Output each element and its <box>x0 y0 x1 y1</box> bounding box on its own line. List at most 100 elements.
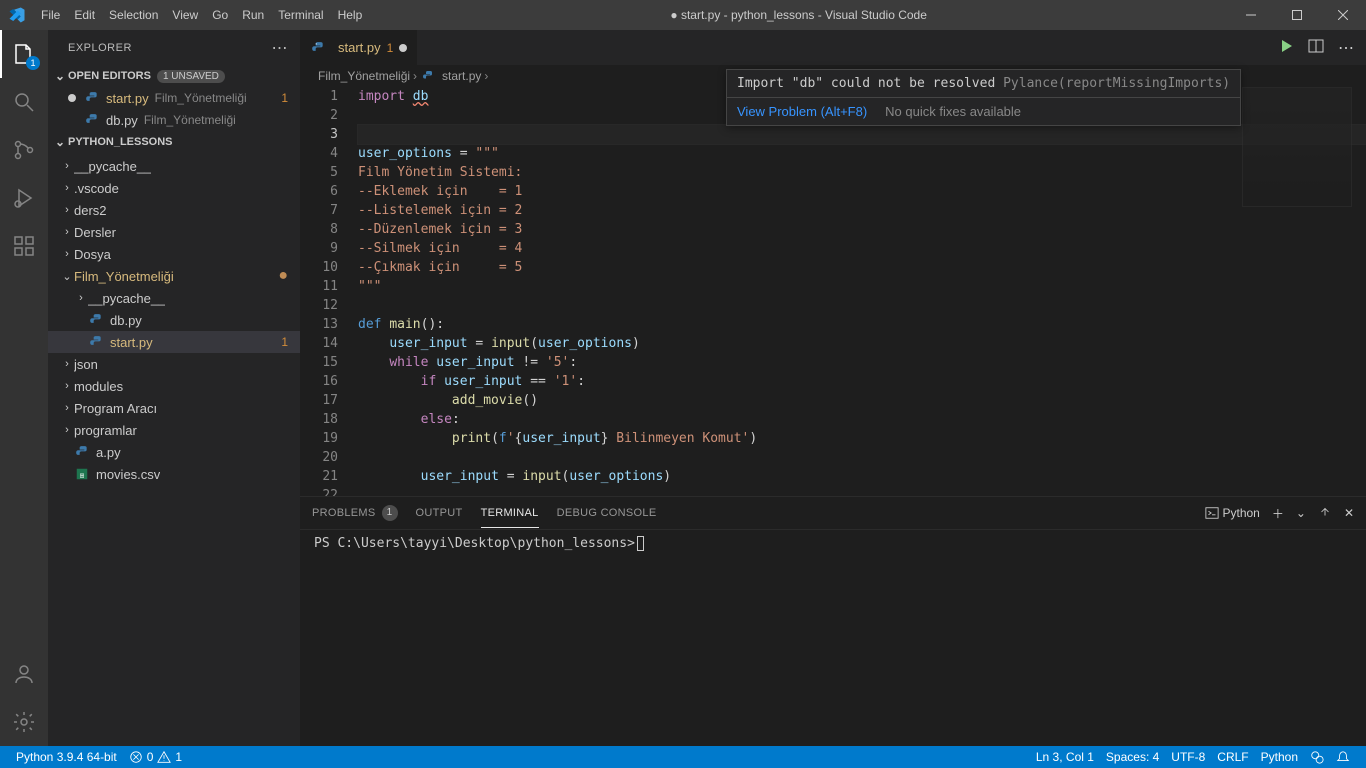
activity-search-icon[interactable] <box>0 78 48 126</box>
folder-item[interactable]: ›__pycache__ <box>48 287 300 309</box>
breadcrumb-item[interactable]: Film_Yönetmeliği <box>318 69 410 83</box>
menu-go[interactable]: Go <box>205 0 235 30</box>
folder-item[interactable]: ›.vscode <box>48 177 300 199</box>
menu-selection[interactable]: Selection <box>102 0 165 30</box>
open-editors-label: OPEN EDITORS <box>68 70 151 82</box>
status-problems[interactable]: 0 1 <box>123 746 188 768</box>
open-editors-header[interactable]: ⌄ OPEN EDITORS 1 UNSAVED <box>48 65 300 87</box>
menu-run[interactable]: Run <box>235 0 271 30</box>
folder-item[interactable]: ›Program Aracı <box>48 397 300 419</box>
code-content[interactable]: import db user_options = """Film Yönetim… <box>358 87 1366 496</box>
open-editors-list: start.pyFilm_Yönetmeliği1db.pyFilm_Yönet… <box>48 87 300 131</box>
activity-settings-icon[interactable] <box>0 698 48 746</box>
file-item[interactable]: ⊞movies.csv <box>48 463 300 485</box>
maximize-button[interactable] <box>1274 0 1320 30</box>
chevron-down-icon: ⌄ <box>52 135 68 149</box>
python-file-icon <box>310 40 326 56</box>
status-eol[interactable]: CRLF <box>1211 750 1254 764</box>
status-notifications-icon[interactable] <box>1330 750 1356 764</box>
problem-count: 1 <box>281 335 292 349</box>
activity-debug-icon[interactable] <box>0 174 48 222</box>
status-cursor-pos[interactable]: Ln 3, Col 1 <box>1030 750 1100 764</box>
activity-scm-icon[interactable] <box>0 126 48 174</box>
window-controls <box>1228 0 1366 30</box>
minimize-button[interactable] <box>1228 0 1274 30</box>
chevron-icon: › <box>60 226 74 238</box>
main-area: 1 EXPLORER ⋯ <box>0 30 1366 746</box>
menu-bar: FileEditSelectionViewGoRunTerminalHelp <box>34 0 369 30</box>
panel-tab-output[interactable]: OUTPUT <box>416 499 463 527</box>
project-name: PYTHON_LESSONS <box>68 136 173 148</box>
maximize-panel-icon[interactable] <box>1318 505 1332 522</box>
close-button[interactable] <box>1320 0 1366 30</box>
open-editor-item[interactable]: db.pyFilm_Yönetmeliği <box>48 109 300 131</box>
chevron-right-icon: › <box>484 69 488 83</box>
close-panel-icon[interactable]: ✕ <box>1344 506 1354 520</box>
tab-actions: ⋯ <box>1266 30 1366 65</box>
open-editor-item[interactable]: start.pyFilm_Yönetmeliği1 <box>48 87 300 109</box>
panel-tab-problems[interactable]: PROBLEMS1 <box>312 497 398 529</box>
folder-item[interactable]: ›Dosya <box>48 243 300 265</box>
terminal-cursor <box>637 536 644 551</box>
folder-item[interactable]: ›__pycache__ <box>48 155 300 177</box>
terminal-body[interactable]: PS C:\Users\tayyi\Desktop\python_lessons… <box>300 530 1366 746</box>
chevron-icon: › <box>60 182 74 194</box>
terminal-shell-select[interactable]: Python <box>1205 506 1260 520</box>
activity-explorer-icon[interactable]: 1 <box>0 30 48 78</box>
menu-help[interactable]: Help <box>331 0 370 30</box>
minimap[interactable] <box>1242 87 1352 207</box>
activity-bar: 1 <box>0 30 48 746</box>
breadcrumb-item[interactable]: start.py <box>442 69 481 83</box>
folder-item[interactable]: ›json <box>48 353 300 375</box>
terminal-dropdown-icon[interactable]: ⌄ <box>1296 506 1306 520</box>
run-file-icon[interactable] <box>1278 38 1294 57</box>
status-feedback-icon[interactable] <box>1304 750 1330 764</box>
panel-tab-terminal[interactable]: TERMINAL <box>481 499 539 528</box>
activity-extensions-icon[interactable] <box>0 222 48 270</box>
line-gutter: 12345678910111213141516171819202122 <box>300 87 356 496</box>
tab-problems-badge: 1 <box>387 41 394 55</box>
folder-item[interactable]: ›programlar <box>48 419 300 441</box>
folder-item[interactable]: ›Dersler <box>48 221 300 243</box>
activity-badge: 1 <box>26 56 40 70</box>
split-editor-icon[interactable] <box>1308 38 1324 57</box>
sidebar-more-icon[interactable]: ⋯ <box>272 38 289 58</box>
menu-view[interactable]: View <box>165 0 205 30</box>
folder-item[interactable]: ›modules <box>48 375 300 397</box>
status-encoding[interactable]: UTF-8 <box>1165 750 1211 764</box>
python-file-icon <box>74 444 90 460</box>
svg-text:⊞: ⊞ <box>79 473 84 480</box>
explorer-sidebar: EXPLORER ⋯ ⌄ OPEN EDITORS 1 UNSAVED star… <box>48 30 300 746</box>
project-header[interactable]: ⌄ PYTHON_LESSONS <box>48 131 300 153</box>
new-terminal-icon[interactable]: ＋ <box>1272 505 1284 522</box>
menu-edit[interactable]: Edit <box>67 0 102 30</box>
chevron-icon: › <box>60 358 74 370</box>
panel-tab-badge: 1 <box>382 505 398 521</box>
activity-account-icon[interactable] <box>0 650 48 698</box>
view-problem-link[interactable]: View Problem (Alt+F8) <box>737 104 867 119</box>
file-item[interactable]: start.py1 <box>48 331 300 353</box>
status-indent[interactable]: Spaces: 4 <box>1100 750 1165 764</box>
folder-item[interactable]: ⌄Film_Yönetmeliği● <box>48 265 300 287</box>
chevron-right-icon: › <box>413 69 417 83</box>
python-file-icon <box>84 90 100 106</box>
editor-tab[interactable]: start.py 1 <box>300 30 418 65</box>
more-actions-icon[interactable]: ⋯ <box>1338 38 1354 58</box>
menu-file[interactable]: File <box>34 0 67 30</box>
chevron-icon: › <box>60 248 74 260</box>
panel-tab-debug-console[interactable]: DEBUG CONSOLE <box>557 499 657 527</box>
file-item[interactable]: a.py <box>48 441 300 463</box>
code-editor[interactable]: 12345678910111213141516171819202122 impo… <box>300 87 1366 496</box>
status-python-version[interactable]: Python 3.9.4 64-bit <box>10 746 123 768</box>
no-quick-fix-label: No quick fixes available <box>885 104 1021 119</box>
folder-item[interactable]: ›ders2 <box>48 199 300 221</box>
chevron-icon: › <box>60 160 74 172</box>
editor-area: start.py 1 ⋯ Film_Yönetmeliği › start.py <box>300 30 1366 746</box>
editor-tabs: start.py 1 ⋯ <box>300 30 1366 65</box>
panel-tabs: PROBLEMS1 OUTPUT TERMINAL DEBUG CONSOLE Pyt… <box>300 497 1366 530</box>
python-file-icon <box>84 112 100 128</box>
menu-terminal[interactable]: Terminal <box>271 0 330 30</box>
status-language[interactable]: Python <box>1255 750 1304 764</box>
file-item[interactable]: db.py <box>48 309 300 331</box>
python-file-icon <box>88 334 104 350</box>
